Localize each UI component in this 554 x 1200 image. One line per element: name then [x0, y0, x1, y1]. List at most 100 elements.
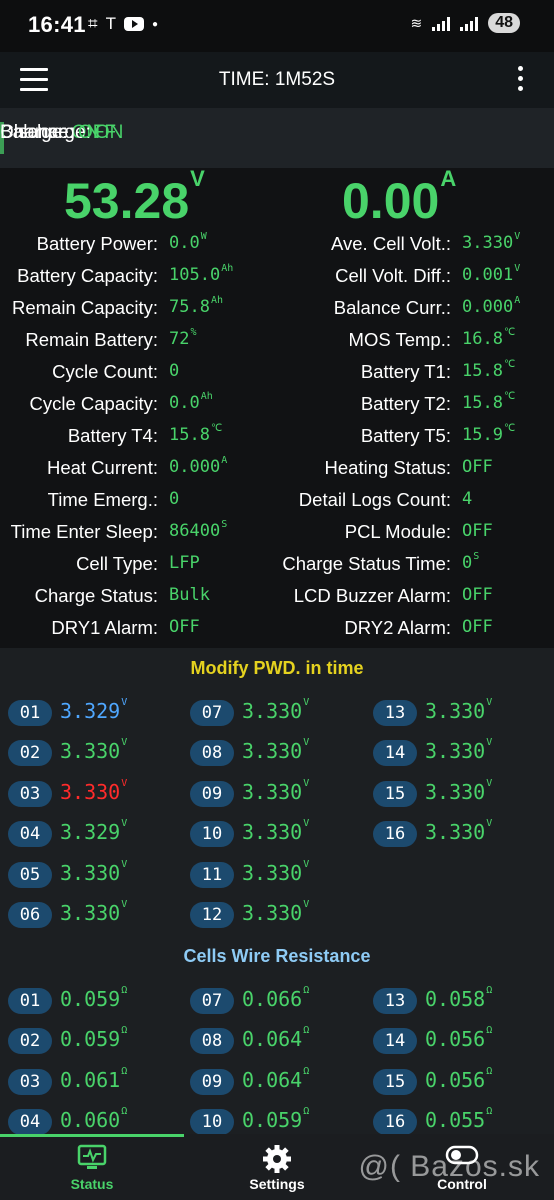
param-unit: V — [514, 231, 521, 242]
tab-status-label: Status — [70, 1176, 114, 1192]
param-row: Time Emerg.: 0 Detail Logs Count: 4 — [0, 484, 554, 516]
param-value-text: 0.000 — [462, 297, 514, 317]
cell-value: 3.330V — [60, 899, 127, 925]
cell-value-text: 0.058 — [425, 987, 486, 1011]
cell-unit: V — [303, 737, 310, 749]
param-label: Battery Capacity: — [17, 265, 158, 286]
param-value: 15.8℃ — [462, 359, 516, 381]
param-label: Heat Current: — [46, 457, 158, 478]
cell-number-badge: 14 — [373, 740, 417, 767]
cell-value: 0.059Ω — [60, 985, 128, 1011]
param-value-text: 15.9 — [462, 425, 503, 445]
param-label: Heating Status: — [324, 457, 452, 478]
cell-value: 3.330V — [242, 858, 310, 885]
cell-value-text: 0.056 — [425, 1067, 486, 1092]
cell-number-badge: 11 — [190, 861, 234, 888]
param-value-text: 0.001 — [462, 265, 514, 285]
cell-unit: V — [303, 697, 310, 708]
cell-number-badge: 12 — [190, 902, 234, 928]
cell-value: 3.330V — [425, 737, 492, 763]
param-value-text: 0 — [169, 361, 180, 381]
more-options-icon[interactable] — [518, 66, 524, 96]
param-row: Battery Power: 0.0W Ave. Cell Volt.: 3.330V — [0, 228, 554, 260]
signal-2-icon — [460, 15, 479, 31]
param-value: 0.000A — [462, 295, 520, 317]
cell-value-text: 3.330 — [425, 779, 486, 804]
cell-value-text: 3.330 — [425, 820, 486, 845]
cell-value: 3.330V — [242, 737, 310, 763]
cell-number-badge: 13 — [373, 700, 417, 726]
cell-number-badge: 03 — [8, 780, 52, 807]
cell-number-badge: 02 — [8, 1028, 52, 1055]
battery-badge: 48 — [488, 13, 520, 33]
param-unit: ℃ — [503, 327, 516, 338]
watermark: @( Bazos.sk — [358, 1150, 540, 1183]
cell-number-badge: 04 — [8, 821, 52, 848]
balance-value: OFF — [77, 122, 116, 143]
cell-number-badge: 16 — [373, 821, 417, 848]
tesla-icon: T — [105, 14, 116, 33]
cell-value-text: 0.059 — [60, 1027, 121, 1052]
cell-value-text: 3.330 — [425, 699, 486, 723]
param-row: Cycle Count: 0 Battery T1: 15.8℃ — [0, 356, 554, 388]
param-label: Cell Volt. Diff.: — [335, 265, 451, 286]
cell-number-badge: 01 — [8, 700, 52, 726]
cell-unit: V — [121, 737, 128, 749]
cell-value-text: 3.330 — [242, 779, 303, 804]
notification-icons: ⌗ T ● — [88, 14, 158, 34]
cell-unit: V — [303, 899, 310, 910]
param-label: Battery T4: — [67, 425, 158, 446]
param-label: Battery T1: — [360, 361, 451, 382]
param-value-text: 16.8 — [462, 329, 503, 349]
param-value: 4 — [462, 489, 472, 509]
youtube-icon — [123, 17, 144, 31]
param-unit: S — [221, 519, 228, 530]
wifi-call-icon: ≋ — [410, 14, 423, 31]
param-value: 15.8℃ — [169, 423, 222, 445]
cell-unit: Ω — [486, 985, 493, 996]
param-label: Remain Capacity: — [11, 297, 158, 318]
cell-number-badge: 04 — [8, 1109, 52, 1136]
cell-value: 0.061Ω — [60, 1066, 127, 1092]
param-value-text: 4 — [462, 489, 473, 509]
param-row: Remain Battery: 72% MOS Temp.: 16.8℃ — [0, 324, 554, 356]
cell-voltage-title: Modify PWD. in time — [190, 658, 364, 678]
param-unit: Ah — [210, 295, 223, 306]
dot-icon: ● — [151, 18, 159, 30]
param-label: Battery T5: — [360, 425, 451, 446]
param-label: Cycle Capacity: — [29, 393, 158, 414]
cell-value-text: 3.330 — [242, 901, 303, 925]
param-value-text: 0 — [169, 489, 180, 509]
param-value: 0 — [169, 361, 179, 381]
system-status-bar: 16:41 ⌗ T ● ≋ 48 — [0, 0, 554, 52]
cell-unit: V — [303, 818, 310, 830]
cell-number-badge: 15 — [373, 780, 417, 807]
current-value: 0.00 — [342, 173, 440, 229]
param-value: 86400S — [169, 519, 228, 541]
param-value: 0.0W — [169, 231, 207, 253]
cell-value-text: 3.330 — [60, 779, 121, 804]
param-label: Battery T2: — [360, 393, 451, 414]
cell-unit: Ω — [121, 985, 128, 996]
param-value-text: 86400 — [169, 521, 221, 541]
tab-status[interactable]: Status — [0, 1134, 184, 1200]
param-value: 0S — [462, 551, 479, 573]
param-value-text: 105.0 — [169, 265, 221, 285]
total-current: 0.00A — [342, 166, 456, 230]
cell-number-badge: 08 — [190, 740, 234, 767]
cell-value-text: 3.330 — [242, 820, 303, 845]
cell-value: 3.330V — [60, 777, 128, 804]
param-row: Battery Capacity: 105.0Ah Cell Volt. Diff.… — [0, 260, 554, 292]
param-unit: ℃ — [503, 359, 516, 370]
param-value: 15.9℃ — [462, 423, 515, 445]
cell-unit: V — [121, 777, 128, 789]
param-value: 16.8℃ — [462, 327, 516, 349]
tab-settings[interactable]: Settings — [185, 1134, 369, 1200]
total-voltage: 53.28V — [64, 166, 205, 230]
param-value: Bulk — [169, 585, 210, 605]
cell-value-text: 3.330 — [60, 739, 121, 764]
param-value-text: 0.0 — [169, 233, 200, 253]
param-label: Detail Logs Count: — [298, 489, 451, 510]
param-row: Time Enter Sleep: 86400S PCL Module: OFF — [0, 516, 554, 548]
cell-unit: V — [303, 858, 310, 870]
